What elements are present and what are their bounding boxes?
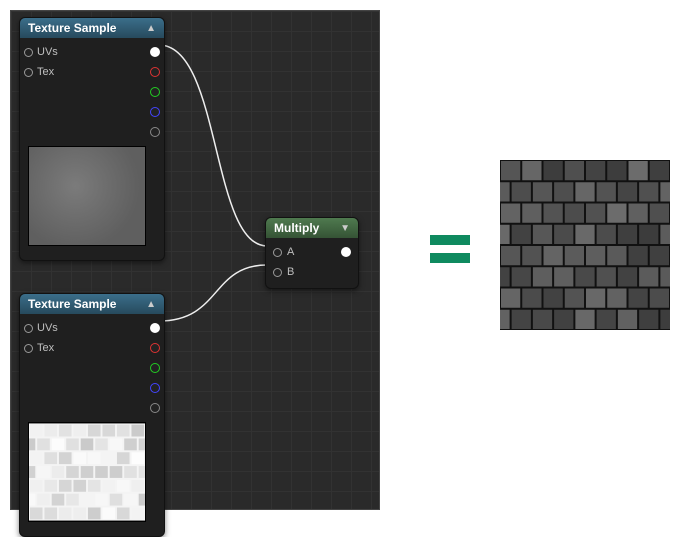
node-header[interactable]: Texture Sample ▲ bbox=[20, 18, 164, 38]
pin-label: UVs bbox=[37, 322, 58, 334]
pin-label: A bbox=[287, 246, 294, 258]
output-pin-r[interactable] bbox=[150, 343, 160, 353]
equals-symbol bbox=[430, 235, 470, 271]
input-pin-tex[interactable] bbox=[24, 68, 33, 77]
collapse-icon[interactable]: ▲ bbox=[146, 23, 156, 34]
output-pin-r[interactable] bbox=[150, 67, 160, 77]
output-pin-rgb[interactable] bbox=[150, 47, 160, 57]
output-pin-a[interactable] bbox=[150, 127, 160, 137]
pin-label: B bbox=[287, 266, 294, 278]
texture-preview-brick-pattern bbox=[28, 422, 146, 522]
node-multiply[interactable]: Multiply ▼ A B bbox=[265, 217, 359, 289]
output-pin[interactable] bbox=[341, 247, 351, 257]
pin-label: Tex bbox=[37, 342, 54, 354]
output-pin-g[interactable] bbox=[150, 87, 160, 97]
output-pin-b[interactable] bbox=[150, 107, 160, 117]
texture-preview-grunge bbox=[28, 146, 146, 246]
node-title: Multiply bbox=[274, 221, 319, 235]
output-pin-b[interactable] bbox=[150, 383, 160, 393]
collapse-icon[interactable]: ▼ bbox=[340, 223, 350, 234]
node-texture-sample-a[interactable]: Texture Sample ▲ UVs Tex bbox=[19, 17, 165, 261]
output-pin-rgb[interactable] bbox=[150, 323, 160, 333]
node-header[interactable]: Multiply ▼ bbox=[266, 218, 358, 238]
node-header[interactable]: Texture Sample ▲ bbox=[20, 294, 164, 314]
node-title: Texture Sample bbox=[28, 21, 116, 35]
input-pin-uvs[interactable] bbox=[24, 324, 33, 333]
pin-label: UVs bbox=[37, 46, 58, 58]
material-graph-panel[interactable]: Texture Sample ▲ UVs Tex bbox=[10, 10, 380, 510]
node-texture-sample-b[interactable]: Texture Sample ▲ UVs Tex bbox=[19, 293, 165, 537]
output-pin-a[interactable] bbox=[150, 403, 160, 413]
node-title: Texture Sample bbox=[28, 297, 116, 311]
result-texture-preview bbox=[500, 160, 670, 330]
collapse-icon[interactable]: ▲ bbox=[146, 299, 156, 310]
input-pin-b[interactable] bbox=[273, 268, 282, 277]
pin-label: Tex bbox=[37, 66, 54, 78]
input-pin-a[interactable] bbox=[273, 248, 282, 257]
input-pin-tex[interactable] bbox=[24, 344, 33, 353]
output-pin-g[interactable] bbox=[150, 363, 160, 373]
input-pin-uvs[interactable] bbox=[24, 48, 33, 57]
